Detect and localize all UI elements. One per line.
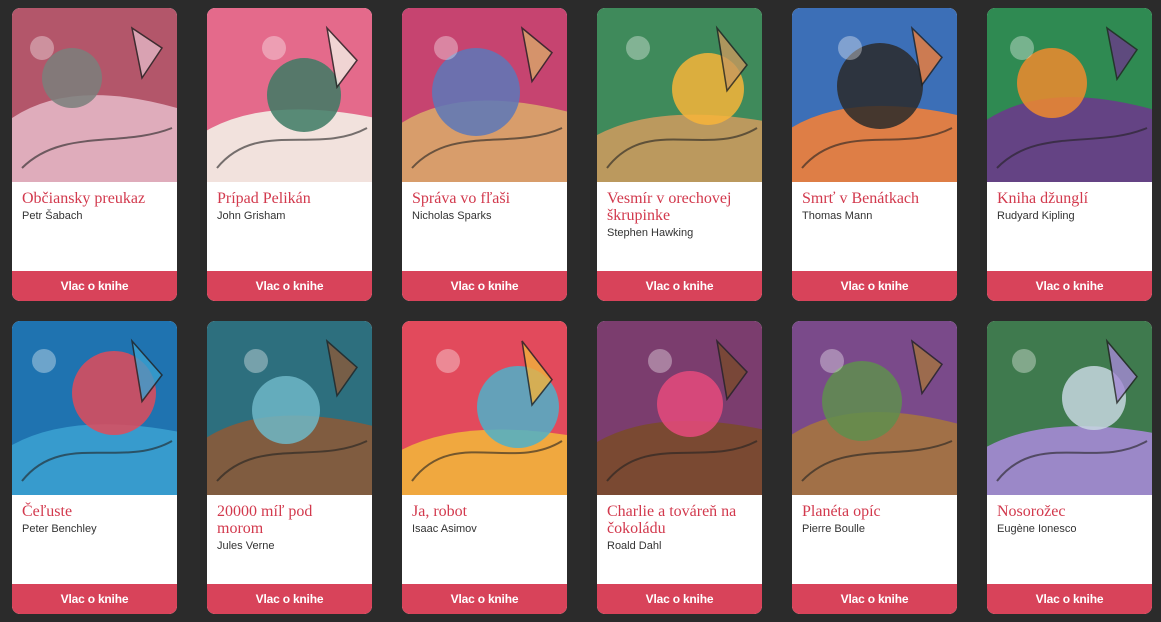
more-about-book-button[interactable]: Vlac o knihe bbox=[792, 584, 957, 614]
book-illustration[interactable] bbox=[12, 8, 177, 182]
book-illustration[interactable] bbox=[207, 8, 372, 182]
more-about-book-button[interactable]: Vlac o knihe bbox=[402, 584, 567, 614]
book-illustration-art bbox=[597, 321, 762, 495]
book-illustration-art bbox=[12, 321, 177, 495]
more-about-book-button[interactable]: Vlac o knihe bbox=[402, 271, 567, 301]
book-info: Planéta opíc Pierre Boulle bbox=[792, 495, 957, 584]
book-title[interactable]: Ja, robot bbox=[412, 503, 557, 520]
book-illustration-art bbox=[402, 321, 567, 495]
book-title[interactable]: Občiansky preukaz bbox=[22, 190, 167, 207]
more-about-book-button[interactable]: Vlac o knihe bbox=[597, 271, 762, 301]
book-illustration-art bbox=[792, 321, 957, 495]
book-author: Isaac Asimov bbox=[412, 523, 477, 535]
more-about-book-button[interactable]: Vlac o knihe bbox=[12, 271, 177, 301]
more-about-book-button[interactable]: Vlac o knihe bbox=[792, 271, 957, 301]
book-card[interactable]: Prípad Pelikán John Grisham Vlac o knihe bbox=[207, 8, 372, 301]
more-about-book-button[interactable]: Vlac o knihe bbox=[987, 271, 1152, 301]
book-author: Jules Verne bbox=[217, 540, 275, 552]
book-author: Thomas Mann bbox=[802, 210, 873, 222]
book-card[interactable]: Správa vo fľaši Nicholas Sparks Vlac o kni… bbox=[402, 8, 567, 301]
book-info: Charlie a továreň na čokoládu Roald Dahl bbox=[597, 495, 762, 584]
book-title[interactable]: Čeľuste bbox=[22, 503, 167, 520]
book-illustration-art bbox=[402, 8, 567, 182]
book-illustration[interactable] bbox=[207, 321, 372, 495]
book-title[interactable]: Smrť v Benátkach bbox=[802, 190, 947, 207]
more-about-book-button[interactable]: Vlac o knihe bbox=[207, 584, 372, 614]
book-author: Pierre Boulle bbox=[802, 523, 865, 535]
more-about-book-button[interactable]: Vlac o knihe bbox=[12, 584, 177, 614]
book-info: Občiansky preukaz Petr Šabach bbox=[12, 182, 177, 271]
book-info: Vesmír v orechovej škrupinke Stephen Hawk… bbox=[597, 182, 762, 271]
book-title[interactable]: Kniha džunglí bbox=[997, 190, 1142, 207]
book-card[interactable]: Čeľuste Peter Benchley Vlac o knihe bbox=[12, 321, 177, 614]
book-title[interactable]: Nosorožec bbox=[997, 503, 1142, 520]
book-title[interactable]: Prípad Pelikán bbox=[217, 190, 362, 207]
book-author: Petr Šabach bbox=[22, 210, 83, 222]
book-illustration[interactable] bbox=[597, 321, 762, 495]
book-illustration-art bbox=[207, 321, 372, 495]
book-card[interactable]: Smrť v Benátkach Thomas Mann Vlac o knihe bbox=[792, 8, 957, 301]
book-title[interactable]: Vesmír v orechovej škrupinke bbox=[607, 190, 752, 224]
book-author: Peter Benchley bbox=[22, 523, 97, 535]
book-illustration[interactable] bbox=[597, 8, 762, 182]
book-illustration-art bbox=[597, 8, 762, 182]
book-info: Ja, robot Isaac Asimov bbox=[402, 495, 567, 584]
book-illustration-art bbox=[792, 8, 957, 182]
book-author: Eugène Ionesco bbox=[997, 523, 1077, 535]
book-grid: Občiansky preukaz Petr Šabach Vlac o knihe… bbox=[0, 0, 1161, 622]
book-title[interactable]: 20000 míľ pod morom bbox=[217, 503, 362, 537]
book-illustration[interactable] bbox=[402, 321, 567, 495]
book-card[interactable]: Planéta opíc Pierre Boulle Vlac o knihe bbox=[792, 321, 957, 614]
book-author: Nicholas Sparks bbox=[412, 210, 492, 222]
book-author: Stephen Hawking bbox=[607, 227, 694, 239]
book-card[interactable]: Nosorožec Eugène Ionesco Vlac o knihe bbox=[987, 321, 1152, 614]
book-illustration[interactable] bbox=[12, 321, 177, 495]
book-card[interactable]: Ja, robot Isaac Asimov Vlac o knihe bbox=[402, 321, 567, 614]
book-illustration-art bbox=[987, 8, 1152, 182]
book-info: Smrť v Benátkach Thomas Mann bbox=[792, 182, 957, 271]
book-info: Čeľuste Peter Benchley bbox=[12, 495, 177, 584]
book-illustration[interactable] bbox=[987, 8, 1152, 182]
more-about-book-button[interactable]: Vlac o knihe bbox=[987, 584, 1152, 614]
book-title[interactable]: Správa vo fľaši bbox=[412, 190, 557, 207]
more-about-book-button[interactable]: Vlac o knihe bbox=[207, 271, 372, 301]
book-info: Správa vo fľaši Nicholas Sparks bbox=[402, 182, 567, 271]
book-illustration-art bbox=[987, 321, 1152, 495]
book-card[interactable]: 20000 míľ pod morom Jules Verne Vlac o kni… bbox=[207, 321, 372, 614]
book-info: Nosorožec Eugène Ionesco bbox=[987, 495, 1152, 584]
book-card[interactable]: Charlie a továreň na čokoládu Roald Dahl V… bbox=[597, 321, 762, 614]
book-info: Kniha džunglí Rudyard Kipling bbox=[987, 182, 1152, 271]
book-author: Rudyard Kipling bbox=[997, 210, 1075, 222]
book-card[interactable]: Kniha džunglí Rudyard Kipling Vlac o knihe bbox=[987, 8, 1152, 301]
book-illustration-art bbox=[12, 8, 177, 182]
book-card[interactable]: Vesmír v orechovej škrupinke Stephen Hawk… bbox=[597, 8, 762, 301]
book-illustration[interactable] bbox=[402, 8, 567, 182]
book-title[interactable]: Planéta opíc bbox=[802, 503, 947, 520]
more-about-book-button[interactable]: Vlac o knihe bbox=[597, 584, 762, 614]
book-author: Roald Dahl bbox=[607, 540, 662, 552]
book-illustration[interactable] bbox=[792, 321, 957, 495]
book-author: John Grisham bbox=[217, 210, 286, 222]
book-illustration[interactable] bbox=[792, 8, 957, 182]
book-info: 20000 míľ pod morom Jules Verne bbox=[207, 495, 372, 584]
book-illustration-art bbox=[207, 8, 372, 182]
book-card[interactable]: Občiansky preukaz Petr Šabach Vlac o knihe bbox=[12, 8, 177, 301]
book-illustration[interactable] bbox=[987, 321, 1152, 495]
book-info: Prípad Pelikán John Grisham bbox=[207, 182, 372, 271]
book-title[interactable]: Charlie a továreň na čokoládu bbox=[607, 503, 752, 537]
